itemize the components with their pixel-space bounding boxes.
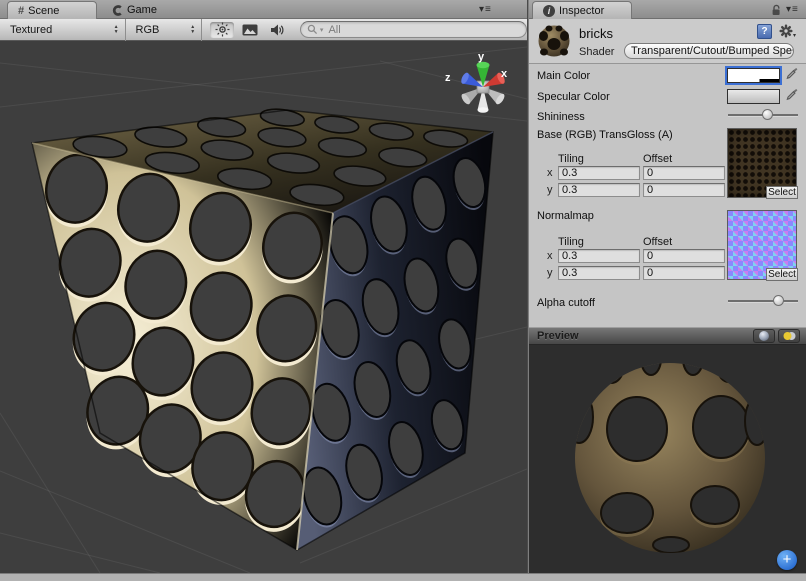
main-color-label: Main Color xyxy=(537,70,590,82)
specular-color-swatch[interactable] xyxy=(727,89,780,104)
preview-header[interactable]: Preview xyxy=(529,327,806,345)
alpha-cutoff-slider[interactable] xyxy=(728,295,798,307)
material-ball-thumbnail xyxy=(536,23,572,59)
sun-icon xyxy=(215,22,230,37)
two-lights-icon xyxy=(782,331,797,341)
offset-header: Offset xyxy=(643,153,672,165)
add-preview-button[interactable]: + xyxy=(777,550,797,570)
updown-arrows-icon: ▲▼ xyxy=(190,25,195,34)
inspector-panel: i Inspector ▾≡ xyxy=(529,0,806,573)
scene-search-input[interactable]: ▾ All xyxy=(300,21,527,38)
normal-offset-x-field[interactable] xyxy=(643,249,725,263)
search-filter-caret-icon[interactable]: ▾ xyxy=(320,26,324,34)
shininess-slider[interactable] xyxy=(728,109,798,121)
lock-icon[interactable] xyxy=(771,4,782,16)
base-tiling-y-field[interactable] xyxy=(558,183,640,197)
specular-color-label: Specular Color xyxy=(537,91,610,103)
tab-inspector[interactable]: i Inspector xyxy=(532,1,632,19)
material-name: bricks xyxy=(579,26,613,41)
preview-sphere-render[interactable] xyxy=(529,345,806,573)
gizmo-z-label: z xyxy=(445,72,451,84)
inspector-pane-menu-icon[interactable]: ▾≡ xyxy=(786,4,799,15)
tab-game-label: Game xyxy=(127,4,157,16)
sphere-icon xyxy=(758,330,770,342)
scene-skybox-button[interactable] xyxy=(238,22,262,38)
search-icon xyxy=(307,24,318,35)
scene-tabbar: # Scene Game ▾≡ xyxy=(0,0,527,19)
y-axis-label: y xyxy=(547,267,553,279)
y-axis-label: y xyxy=(547,184,553,196)
search-placeholder: All xyxy=(328,24,340,36)
tab-scene-label: Scene xyxy=(28,5,59,17)
speaker-icon xyxy=(270,23,285,37)
shader-dropdown[interactable]: Transparent/Cutout/Bumped Spe ▾ xyxy=(624,43,794,59)
tab-scene[interactable]: # Scene xyxy=(7,1,97,19)
render-mode-dropdown[interactable]: RGB ▲▼ xyxy=(126,19,203,41)
draw-mode-value: Textured xyxy=(10,24,52,36)
gizmo-x-label: x xyxy=(501,68,508,80)
base-map-select-button[interactable]: Select xyxy=(766,186,798,199)
scene-viewport[interactable]: y z x xyxy=(0,41,527,573)
help-icon[interactable]: ? xyxy=(757,24,772,39)
tiling-header: Tiling xyxy=(558,153,584,165)
alpha-cutoff-slider-knob[interactable] xyxy=(773,295,784,306)
scene-panel: # Scene Game ▾≡ Textured ▲▼ RGB xyxy=(0,0,527,573)
eyedropper-icon[interactable] xyxy=(786,67,798,81)
offset-header: Offset xyxy=(643,236,672,248)
scene-toolbar: Textured ▲▼ RGB ▲▼ xyxy=(0,19,527,41)
render-mode-value: RGB xyxy=(136,24,160,36)
material-properties: Main Color Specular Color Shininess Base xyxy=(529,64,806,327)
base-offset-x-field[interactable] xyxy=(643,166,725,180)
normal-tiling-x-field[interactable] xyxy=(558,249,640,263)
scene-canvas[interactable]: y z x xyxy=(0,41,527,573)
tiling-header: Tiling xyxy=(558,236,584,248)
preview-title: Preview xyxy=(537,330,579,342)
window-bottom-strip xyxy=(0,573,806,581)
eyedropper-icon[interactable] xyxy=(786,88,798,102)
normalmap-select-button[interactable]: Select xyxy=(766,268,798,281)
chevron-down-icon: ▾ xyxy=(792,47,794,55)
chevron-down-icon: ▾ xyxy=(793,32,796,39)
shader-value: Transparent/Cutout/Bumped Spe xyxy=(631,45,792,57)
gizmo-y-label: y xyxy=(478,51,485,63)
main-color-swatch[interactable] xyxy=(727,68,780,83)
x-axis-label: x xyxy=(547,167,553,179)
inspector-tabbar: i Inspector ▾≡ xyxy=(529,0,806,19)
main-color-alpha-bar xyxy=(728,79,779,82)
scene-lighting-button[interactable] xyxy=(210,22,234,38)
scene-audio-button[interactable] xyxy=(266,22,290,38)
tab-game[interactable]: Game xyxy=(102,1,167,19)
shader-label: Shader xyxy=(579,46,614,58)
scene-grid-icon: # xyxy=(18,5,24,17)
preview-render-area[interactable]: + xyxy=(529,345,806,573)
normalmap-label: Normalmap xyxy=(537,210,594,222)
material-header: bricks Shader Transparent/Cutout/Bumped … xyxy=(529,19,806,64)
shininess-slider-knob[interactable] xyxy=(762,109,773,120)
preview-mesh-button[interactable] xyxy=(753,329,775,343)
draw-mode-dropdown[interactable]: Textured ▲▼ xyxy=(0,19,126,41)
gear-icon xyxy=(779,24,793,38)
preview-lighting-button[interactable] xyxy=(778,329,800,343)
x-axis-label: x xyxy=(547,250,553,262)
updown-arrows-icon: ▲▼ xyxy=(114,25,119,34)
game-icon xyxy=(112,5,123,16)
base-tiling-x-field[interactable] xyxy=(558,166,640,180)
preview-panel: Preview xyxy=(529,327,806,573)
scene-pane-menu-icon[interactable]: ▾≡ xyxy=(479,4,492,15)
base-offset-y-field[interactable] xyxy=(643,183,725,197)
context-menu-button[interactable]: ▾ xyxy=(779,24,797,39)
image-icon xyxy=(242,24,258,36)
alpha-cutoff-label: Alpha cutoff xyxy=(537,297,595,309)
base-map-label: Base (RGB) TransGloss (A) xyxy=(537,129,673,141)
normal-offset-y-field[interactable] xyxy=(643,266,725,280)
unity-editor-window: # Scene Game ▾≡ Textured ▲▼ RGB xyxy=(0,0,806,581)
info-icon: i xyxy=(543,5,555,17)
tab-inspector-label: Inspector xyxy=(559,5,604,17)
shininess-label: Shininess xyxy=(537,111,585,123)
normal-tiling-y-field[interactable] xyxy=(558,266,640,280)
